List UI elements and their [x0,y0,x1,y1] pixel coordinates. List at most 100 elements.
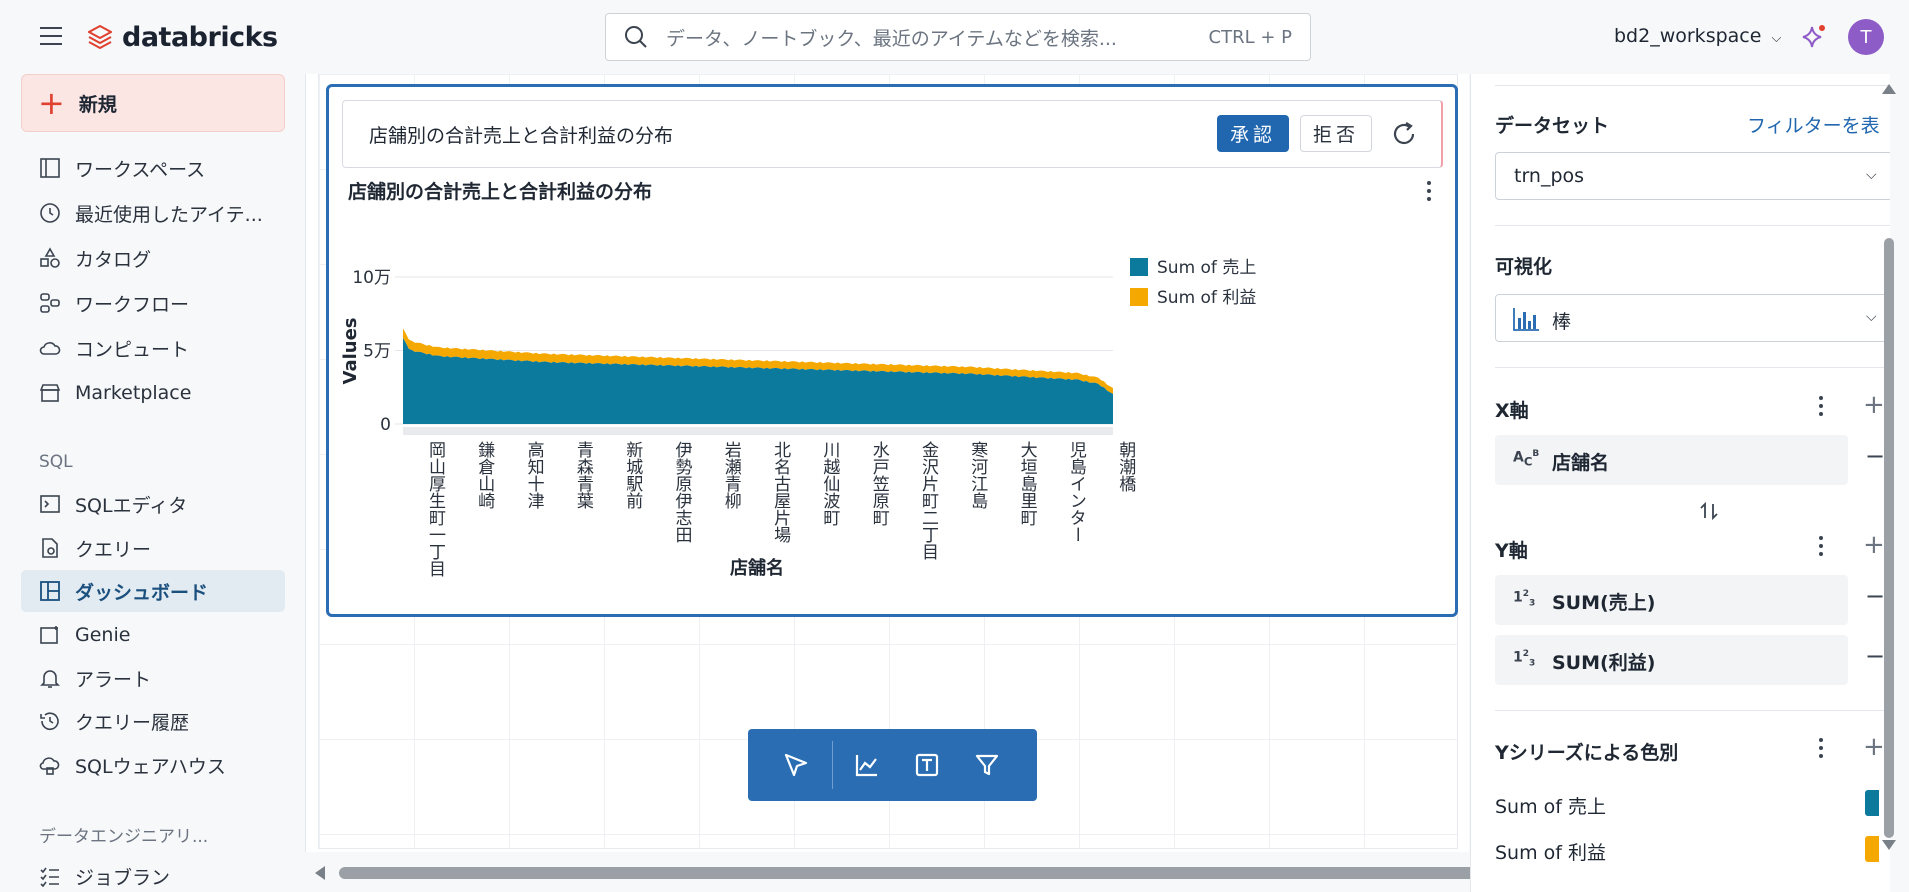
x-tick-label: 金沢片町二丁目 [918,441,939,560]
reject-button[interactable]: 拒否 [1300,115,1372,152]
scrollbar-thumb[interactable] [1884,238,1894,838]
color-swatch-profit[interactable] [1865,836,1879,862]
x-tick-label: 岩瀬青柳 [721,441,742,509]
x-tick-label: 水戸笠原町 [869,441,890,526]
sidebar-item-queries[interactable]: クエリー [21,527,285,569]
sidebar-item-query-history[interactable]: クエリー履歴 [21,700,285,742]
divider [1495,225,1890,226]
y-tick-label: 10万 [352,268,391,288]
select-tool-icon[interactable] [777,747,813,783]
sidebar-item-sql-editor[interactable]: SQLエディタ [21,483,285,525]
section-label-data-engineering: データエンジニアリ... [39,827,209,847]
y-axis-title: Values [340,318,361,385]
chevron-down-icon: ⌵ [1866,309,1877,325]
clock-icon [40,203,60,223]
y-axis-label: Y軸 [1495,540,1528,562]
color-by-label: Yシリーズによる色別 [1495,742,1679,764]
sidebar-item-job-runs[interactable]: ジョブラン [21,855,285,892]
sidebar-item-alerts[interactable]: アラート [21,657,285,699]
color-item-profit: Sum of 利益 [1495,842,1607,864]
chevron-down-icon: ⌵ [1771,31,1782,46]
color-swatch-sales[interactable] [1865,790,1879,816]
assistant-sparkle-icon[interactable] [1800,24,1826,55]
scroll-left-arrow-icon[interactable] [315,866,325,880]
sidebar-item-genie[interactable]: Genie [21,614,285,656]
bell-icon [40,670,60,688]
history-icon [40,712,59,731]
dataset-select[interactable]: trn_pos ⌵ [1495,152,1890,200]
y-axis-field[interactable]: 123 SUM(利益) [1495,635,1848,685]
visualization-tool-icon[interactable] [849,747,885,783]
chart-widget[interactable]: 店舗別の合計売上と合計利益の分布 承認 拒否 店舗別の合計売上と合計利益の分布 … [326,84,1458,617]
workspace-switcher[interactable]: bd2_workspace ⌵ [1614,25,1781,47]
x-axis-title: 店舗名 [730,557,784,579]
number-type-icon: 123 [1513,649,1536,669]
visualization-type-select[interactable]: 棒 ⌵ [1495,294,1890,342]
legend-label: Sum of 利益 [1157,288,1256,308]
warehouse-icon [39,757,60,775]
x-tick-label: 児島インター [1066,441,1087,543]
query-icon [42,538,58,558]
bar-chart-icon [1513,308,1539,331]
new-button[interactable]: + 新規 [21,74,285,132]
x-tick-label: 新城駅前 [622,441,643,510]
store-icon [39,384,61,402]
sidebar-item-marketplace[interactable]: Marketplace [21,372,285,414]
top-bar: databricks データ、ノートブック、最近のアイテムなどを検索... CT… [0,0,1909,74]
x-tick-label: 大垣島里町 [1017,441,1038,526]
sidebar: + 新規 ワークスペース 最近使用したアイテ... カタログ ワークフロー コン… [0,74,300,892]
color-item-sales: Sum of 売上 [1495,796,1607,818]
x-axis-menu-icon[interactable] [1819,396,1825,420]
legend-swatch [1130,288,1148,306]
x-tick-label: 朝潮橋 [1115,441,1136,493]
x-axis-field[interactable]: ACB 店舗名 [1495,435,1848,485]
sidebar-item-workflows[interactable]: ワークフロー [21,282,285,324]
string-type-icon: ACB [1513,449,1540,469]
color-menu-icon[interactable] [1819,738,1825,762]
menu-icon[interactable] [40,27,62,45]
canvas-toolbar [748,729,1037,801]
sidebar-item-catalog[interactable]: カタログ [21,237,285,279]
divider [1495,367,1890,368]
filter-tool-icon[interactable] [969,747,1005,783]
dashboard-icon [40,581,60,601]
x-tick-label: 川越仙波町 [819,441,840,526]
visualization-config-panel: データセット フィルターを表 trn_pos ⌵ 可視化 棒 ⌵ X軸 + AC… [1470,74,1890,892]
prompt-text[interactable]: 店舗別の合計売上と合計利益の分布 [369,121,673,148]
swap-axes-icon[interactable] [1697,500,1721,522]
chart: 0 5万 10万岡山厚生町一丁目 鎌倉山崎 高知十津 青森青葉 新城駅前 伊勢原伊志田 岩瀬青柳… [340,258,1256,579]
job-runs-icon [40,867,59,887]
legend-swatch [1130,258,1148,276]
divider [1495,85,1890,86]
text-tool-icon[interactable] [909,747,945,783]
approve-button[interactable]: 承認 [1217,115,1289,152]
terminal-icon [40,495,60,513]
refresh-icon[interactable] [1389,119,1419,149]
sidebar-item-dashboards[interactable]: ダッシュボード [21,570,285,612]
number-type-icon: 123 [1513,589,1536,609]
workspace-icon [40,158,60,178]
sidebar-item-sql-warehouses[interactable]: SQLウェアハウス [21,744,285,786]
y-axis-field[interactable]: 123 SUM(売上) [1495,575,1848,625]
chevron-down-icon: ⌵ [1866,167,1877,183]
scroll-down-arrow-icon[interactable] [1882,840,1896,850]
workflow-icon [40,293,60,313]
ai-prompt-box[interactable]: 店舗別の合計売上と合計利益の分布 承認 拒否 [342,100,1443,168]
show-filters-link[interactable]: フィルターを表 [1747,111,1880,138]
sidebar-item-compute[interactable]: コンピュート [21,327,285,369]
x-tick-label: 青森青葉 [573,441,594,509]
sidebar-item-workspace[interactable]: ワークスペース [21,147,285,189]
x-tick-label: 寒河江島 [967,441,988,510]
x-tick-label: 伊勢原伊志田 [672,441,693,543]
y-tick-label: 0 [380,415,391,435]
sidebar-item-recents[interactable]: 最近使用したアイテ... [21,192,285,234]
databricks-logo[interactable]: databricks [88,22,278,53]
cloud-icon [39,342,61,355]
global-search[interactable]: データ、ノートブック、最近のアイテムなどを検索... CTRL + P [605,13,1311,61]
y-axis-menu-icon[interactable] [1819,536,1825,560]
avatar[interactable]: T [1848,19,1884,55]
scroll-up-arrow-icon[interactable] [1882,84,1896,94]
vertical-scrollbar[interactable] [1880,84,1898,854]
toolbar-divider [832,741,833,789]
search-icon [625,26,647,48]
